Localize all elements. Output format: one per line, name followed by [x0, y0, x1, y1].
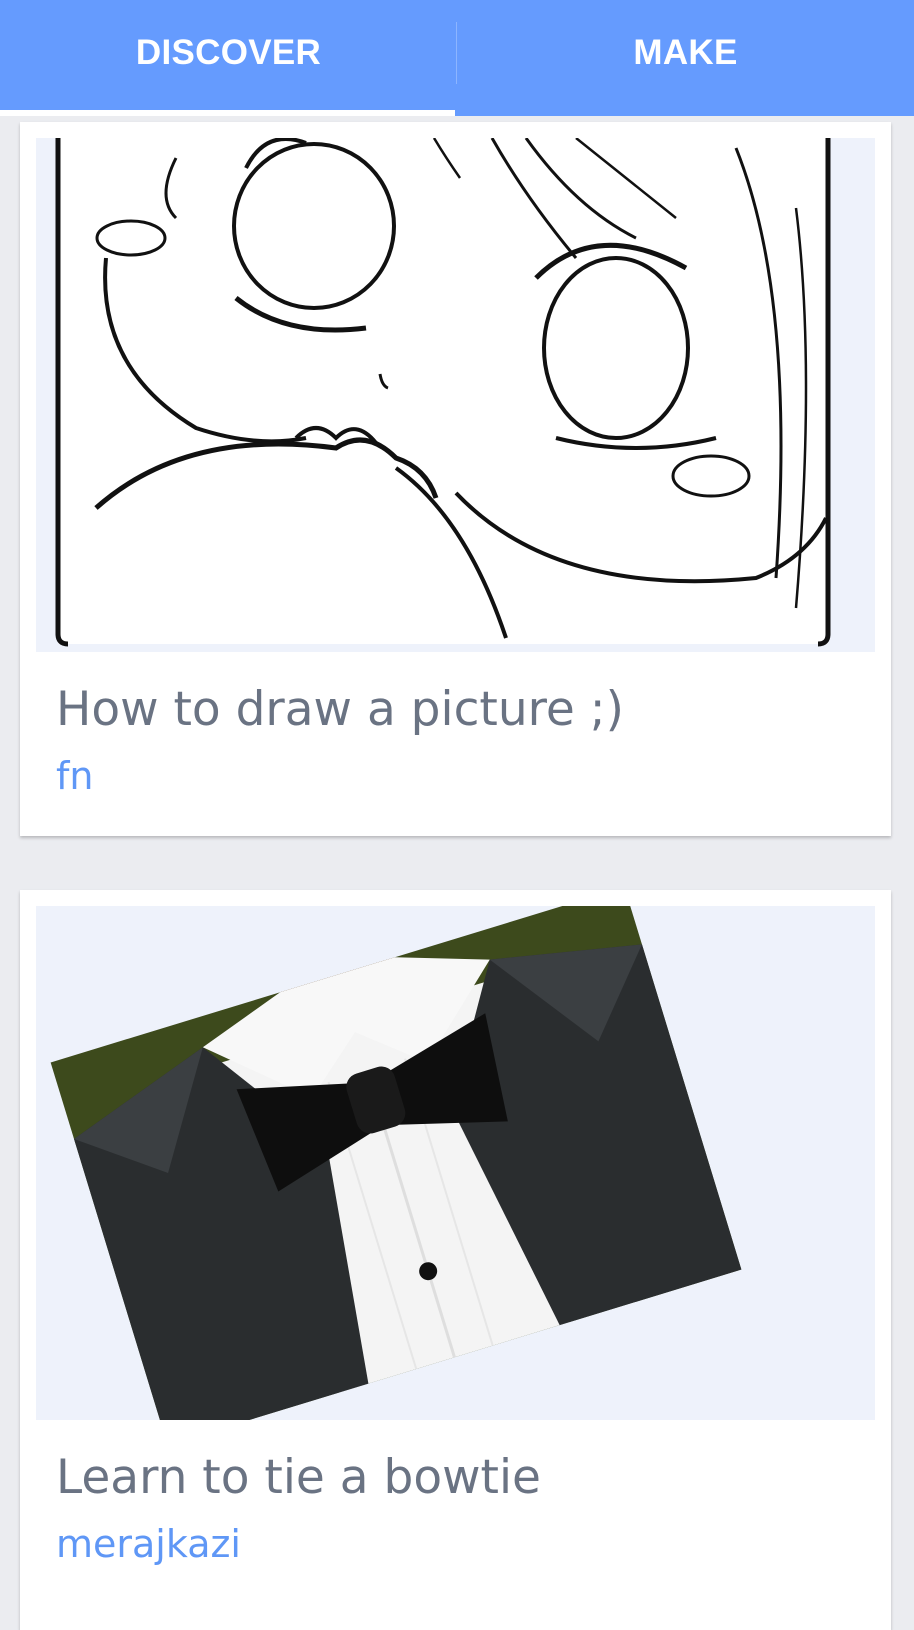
project-card[interactable]: How to draw a picture ;) fn	[20, 122, 891, 836]
tab-make[interactable]: MAKE	[457, 0, 914, 116]
tab-make-label: MAKE	[633, 33, 738, 72]
project-title: How to draw a picture ;)	[56, 682, 624, 737]
project-thumbnail-bowtie[interactable]	[36, 906, 875, 1420]
active-tab-indicator	[0, 110, 455, 116]
project-thumbnail-drawing[interactable]	[36, 138, 875, 652]
tab-discover[interactable]: DISCOVER	[0, 0, 457, 116]
tab-divider	[456, 22, 457, 84]
cartoon-face-drawing-image	[36, 138, 875, 652]
project-author-link[interactable]: fn	[56, 754, 93, 798]
tab-bar: DISCOVER MAKE	[0, 0, 914, 116]
tab-discover-label: DISCOVER	[135, 33, 322, 72]
project-title: Learn to tie a bowtie	[56, 1450, 541, 1505]
tuxedo-bowtie-photo-image	[36, 906, 875, 1420]
project-author-link[interactable]: merajkazi	[56, 1522, 241, 1566]
project-card[interactable]: Learn to tie a bowtie merajkazi	[20, 890, 891, 1630]
